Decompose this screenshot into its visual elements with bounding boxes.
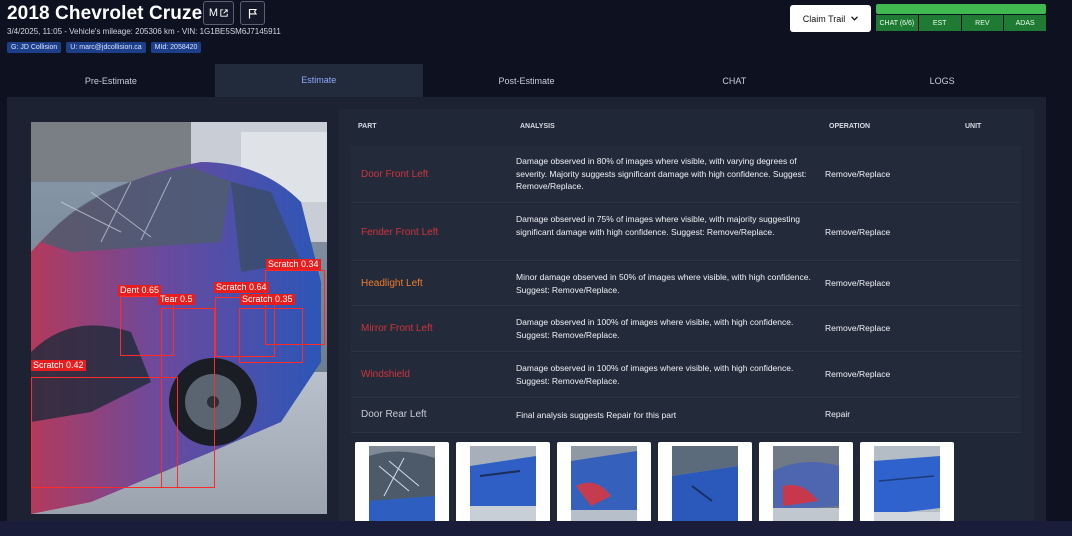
- table-row[interactable]: Door Rear Left Final analysis suggests R…: [351, 399, 1021, 433]
- part-name: Door Rear Left: [361, 409, 427, 420]
- detection-box: [31, 377, 178, 488]
- vehicle-damage-photo[interactable]: Scratch 0.34 Dent 0.65 Scratch 0.64 Tear…: [31, 122, 327, 514]
- photo-thumbnail[interactable]: [355, 442, 449, 522]
- thumbnail-image: [470, 446, 536, 522]
- chevron-down-icon: [851, 16, 859, 21]
- mid-badge: MId: 2058420: [150, 42, 202, 53]
- part-name: Headlight Left: [361, 278, 423, 289]
- column-operation: OPERATION: [829, 123, 871, 130]
- part-analysis: Minor damage observed in 50% of images w…: [516, 272, 811, 295]
- part-analysis: Damage observed in 80% of images where v…: [516, 156, 807, 191]
- photo-thumbnail[interactable]: [759, 442, 853, 522]
- stage-est[interactable]: EST: [918, 15, 961, 31]
- main-tabs: Pre-Estimate Estimate Post-Estimate CHAT…: [7, 64, 1046, 97]
- stage-rev[interactable]: REV: [961, 15, 1004, 31]
- table-row[interactable]: Door Front Left Damage observed in 80% o…: [351, 146, 1021, 203]
- tab-chat[interactable]: CHAT: [630, 64, 838, 97]
- column-part: PART: [358, 123, 377, 130]
- table-row[interactable]: Headlight Left Minor damage observed in …: [351, 262, 1021, 306]
- detection-label: Scratch 0.35: [240, 294, 295, 305]
- part-operation: Remove/Replace: [825, 369, 891, 379]
- stage-chat[interactable]: CHAT (6/6): [876, 15, 918, 31]
- table-header: PART ANALYSIS OPERATION UNIT: [339, 109, 1034, 145]
- m-button-label: M: [208, 7, 219, 19]
- part-operation: Remove/Replace: [825, 169, 891, 179]
- part-name: Door Front Left: [361, 169, 429, 180]
- progress-segment: [1003, 4, 1046, 14]
- column-unit: UNIT: [965, 123, 982, 130]
- detection-box: [265, 270, 325, 345]
- part-operation: Remove/Replace: [825, 278, 891, 288]
- photo-thumbnail[interactable]: [557, 442, 651, 522]
- part-operation: Remove/Replace: [825, 323, 891, 333]
- stage-adas[interactable]: ADAS: [1004, 15, 1046, 31]
- claim-trail-label: Claim Trail: [802, 13, 846, 24]
- progress-segment: [961, 4, 1004, 14]
- claim-meta-line: 3/4/2025, 11:05 - Vehicle's mileage: 205…: [7, 27, 281, 36]
- vehicle-title: 2018 Chevrolet Cruze: [7, 3, 203, 24]
- thumbnail-image: [672, 446, 738, 522]
- thumbnail-image: [571, 446, 637, 522]
- part-name: Fender Front Left: [361, 227, 439, 238]
- part-operation: Repair: [825, 409, 851, 419]
- detection-label: Dent 0.65: [118, 285, 162, 296]
- progress-segment: [918, 4, 961, 14]
- part-name: Windshield: [361, 369, 410, 380]
- part-analysis: Final analysis suggests Repair for this …: [516, 410, 677, 420]
- progress-segment: [876, 4, 919, 14]
- user-badge: U: marc@jdcollision.ca: [66, 42, 146, 53]
- claim-trail-dropdown[interactable]: Claim Trail: [790, 5, 871, 32]
- photo-thumbnails: [355, 442, 954, 522]
- detection-label: Scratch 0.34: [266, 259, 321, 270]
- claim-badges: G: JD Collision U: marc@jdcollision.ca M…: [7, 42, 202, 53]
- photo-thumbnail[interactable]: [456, 442, 550, 522]
- flag-button[interactable]: [240, 1, 265, 25]
- table-row[interactable]: Mirror Front Left Damage observed in 100…: [351, 307, 1021, 352]
- group-badge: G: JD Collision: [7, 42, 62, 53]
- thumbnail-image: [773, 446, 839, 522]
- part-analysis: Damage observed in 100% of images where …: [516, 317, 794, 340]
- column-analysis: ANALYSIS: [520, 123, 555, 130]
- part-operation: Remove/Replace: [825, 227, 891, 237]
- part-analysis: Damage observed in 75% of images where v…: [516, 214, 800, 237]
- detection-label: Tear 0.5: [158, 294, 195, 305]
- tab-pre-estimate[interactable]: Pre-Estimate: [7, 64, 215, 97]
- tab-estimate[interactable]: Estimate: [214, 64, 423, 97]
- thumbnail-image: [874, 446, 940, 522]
- detection-label: Scratch 0.64: [214, 282, 269, 293]
- part-analysis: Damage observed in 100% of images where …: [516, 363, 794, 386]
- photo-thumbnail[interactable]: [658, 442, 752, 522]
- flag-icon: [248, 8, 257, 18]
- bottom-bar: [0, 521, 1072, 536]
- external-link-icon: [220, 9, 228, 17]
- table-row[interactable]: Windshield Damage observed in 100% of im…: [351, 353, 1021, 398]
- detection-label: Scratch 0.42: [31, 360, 86, 371]
- tab-post-estimate[interactable]: Post-Estimate: [423, 64, 631, 97]
- part-name: Mirror Front Left: [361, 323, 433, 334]
- stage-progress-bar: [876, 4, 1046, 14]
- photo-thumbnail[interactable]: [860, 442, 954, 522]
- tab-logs[interactable]: LOGS: [838, 64, 1046, 97]
- table-row[interactable]: Fender Front Left Damage observed in 75%…: [351, 204, 1021, 261]
- page-header: 2018 Chevrolet Cruze M 3/4/2025, 11:05 -…: [0, 0, 1072, 62]
- thumbnail-image: [369, 446, 435, 522]
- stage-labels: CHAT (6/6) EST REV ADAS: [876, 15, 1046, 31]
- m-external-link-button[interactable]: M: [203, 1, 234, 25]
